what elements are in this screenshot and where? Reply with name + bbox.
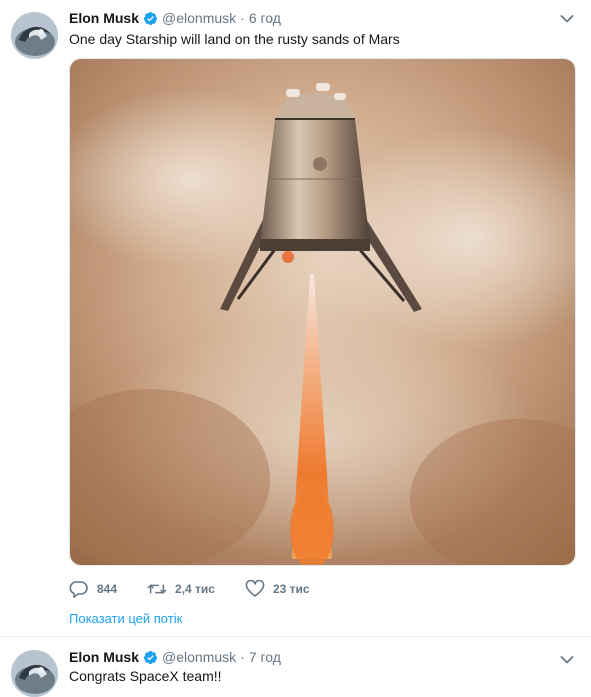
- tweet-header: Elon Musk @elonmusk · 6 год: [69, 10, 281, 26]
- avatar-image: [11, 650, 58, 697]
- separator-dot: ·: [240, 649, 245, 665]
- retweet-count: 2,4 тис: [175, 582, 215, 596]
- tweet-actions: 844 2,4 тис 23 тис: [69, 578, 340, 600]
- separator-dot: ·: [240, 10, 245, 26]
- chevron-down-icon[interactable]: [560, 655, 574, 665]
- tweet-timestamp[interactable]: 6 год: [249, 10, 281, 26]
- author-handle[interactable]: @elonmusk: [162, 10, 236, 26]
- avatar[interactable]: [11, 12, 58, 59]
- like-button[interactable]: 23 тис: [245, 580, 310, 598]
- reply-button[interactable]: 844: [69, 580, 117, 598]
- reply-bubble-icon: [69, 581, 88, 598]
- avatar-image: [11, 12, 58, 59]
- tweet-media-photo[interactable]: [69, 58, 576, 566]
- heart-outline-icon: [245, 580, 265, 597]
- avatar[interactable]: [11, 650, 58, 697]
- retweet-arrows-icon: [147, 584, 167, 594]
- author-name[interactable]: Elon Musk: [69, 10, 139, 26]
- tweet-header: Elon Musk @elonmusk · 7 год: [69, 649, 281, 665]
- tweet-text: One day Starship will land on the rusty …: [69, 31, 400, 47]
- tweet-text: Congrats SpaceX team!!: [69, 668, 222, 684]
- author-handle[interactable]: @elonmusk: [162, 649, 236, 665]
- show-thread-link[interactable]: Показати цей потік: [69, 611, 182, 626]
- tweet[interactable]: Elon Musk @elonmusk · 7 год Congrats Spa…: [0, 637, 591, 697]
- retweet-button[interactable]: 2,4 тис: [147, 580, 215, 598]
- like-count: 23 тис: [272, 582, 310, 596]
- tweet-timestamp[interactable]: 7 год: [249, 649, 281, 665]
- chevron-down-icon[interactable]: [560, 14, 574, 24]
- verified-badge-icon: [143, 650, 158, 664]
- reply-count: 844: [97, 582, 118, 596]
- tweet[interactable]: Elon Musk @elonmusk · 6 год One day Star…: [0, 0, 591, 636]
- author-name[interactable]: Elon Musk: [69, 649, 139, 665]
- verified-badge-icon: [143, 11, 158, 25]
- starship-photo: [70, 59, 575, 565]
